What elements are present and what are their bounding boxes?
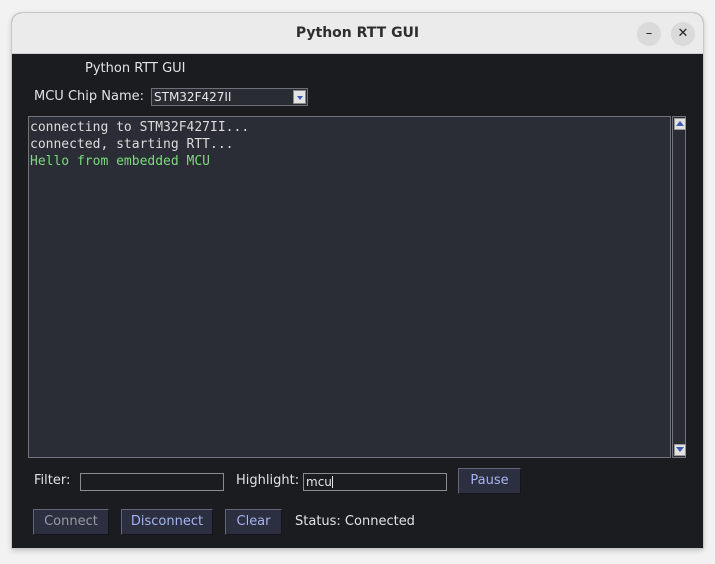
window-title: Python RTT GUI xyxy=(295,25,420,41)
log-output[interactable]: connecting to STM32F427II... connected, … xyxy=(28,116,671,458)
scroll-down-icon[interactable] xyxy=(674,444,686,456)
app-window: Python RTT GUI – ✕ Python RTT GUI MCU Ch… xyxy=(12,13,703,548)
chevron-down-icon[interactable] xyxy=(293,90,306,104)
chip-name-value: STM32F427II xyxy=(154,90,232,104)
clear-button[interactable]: Clear xyxy=(225,509,282,535)
close-button[interactable]: ✕ xyxy=(671,22,695,46)
app-header-label: Python RTT GUI xyxy=(85,61,186,76)
log-scrollbar[interactable] xyxy=(672,116,686,458)
filter-label: Filter: xyxy=(34,473,71,488)
minimize-icon: – xyxy=(645,26,653,41)
disconnect-button[interactable]: Disconnect xyxy=(121,509,213,535)
chip-name-select[interactable]: STM32F427II xyxy=(151,88,308,106)
log-line: connecting to STM32F427II... xyxy=(30,120,250,135)
highlight-value: mcu xyxy=(306,475,332,489)
status-text: Status: Connected xyxy=(295,514,415,529)
log-line: connected, starting RTT... xyxy=(30,137,234,152)
connect-button[interactable]: Connect xyxy=(33,509,109,535)
pause-button[interactable]: Pause xyxy=(458,468,521,494)
scroll-up-icon[interactable] xyxy=(674,118,686,130)
chip-name-label: MCU Chip Name: xyxy=(34,89,144,104)
minimize-button[interactable]: – xyxy=(637,22,661,46)
title-bar: Python RTT GUI – ✕ xyxy=(12,13,703,54)
log-line: Hello from embedded MCU xyxy=(30,154,211,169)
filter-input[interactable] xyxy=(80,473,224,491)
highlight-label: Highlight: xyxy=(236,473,300,488)
highlight-input[interactable]: mcu xyxy=(303,473,447,491)
main-content: Python RTT GUI MCU Chip Name: STM32F427I… xyxy=(12,54,703,548)
text-caret xyxy=(331,476,333,488)
close-icon: ✕ xyxy=(677,26,689,41)
